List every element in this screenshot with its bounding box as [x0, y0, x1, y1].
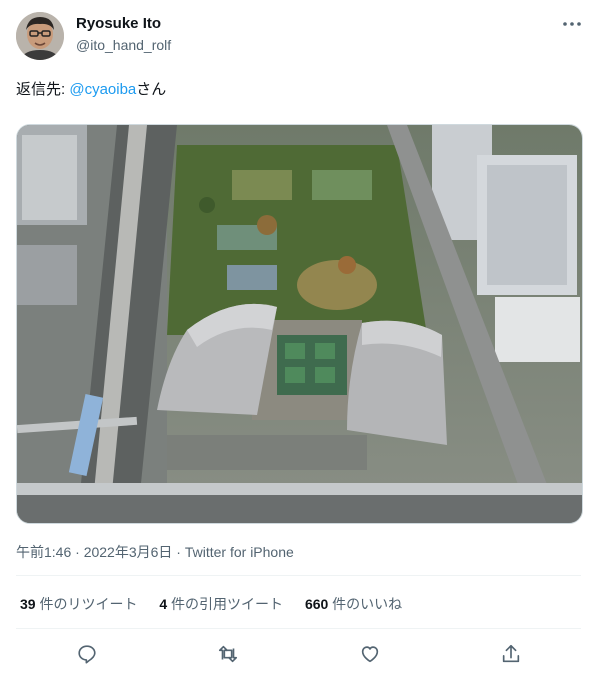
- reply-prefix: 返信先:: [16, 81, 70, 98]
- like-button[interactable]: [354, 638, 386, 670]
- reply-suffix: さん: [136, 81, 167, 98]
- likes-stat[interactable]: 660 件のいいね: [305, 596, 402, 612]
- tweet-timestamp[interactable]: 午前1:46 · 2022年3月6日 · Twitter for iPhone: [16, 542, 294, 562]
- quotes-count: 4: [159, 596, 168, 612]
- heart-icon: [361, 646, 379, 663]
- reply-icon: [78, 645, 96, 664]
- share-icon: [502, 644, 520, 663]
- engagement-stats: 39 件のリツイート 4 件の引用ツイート 660 件のいいね: [20, 594, 420, 614]
- likes-label: 件のいいね: [328, 596, 403, 612]
- tweet: Ryosuke Ito @ito_hand_rolf 返信先: @cyaoiba…: [0, 0, 598, 677]
- retweets-stat[interactable]: 39 件のリツイート: [20, 596, 137, 612]
- share-button[interactable]: [495, 638, 527, 670]
- reply-context: 返信先: @cyaoibaさん: [16, 78, 166, 99]
- divider: [16, 628, 581, 629]
- reply-mention-link[interactable]: @cyaoiba: [69, 81, 136, 98]
- quotes-label: 件の引用ツイート: [167, 596, 284, 612]
- tweet-photo[interactable]: [16, 124, 583, 524]
- divider: [16, 575, 581, 576]
- author-handle[interactable]: @ito_hand_rolf: [76, 37, 171, 53]
- retweets-label: 件のリツイート: [35, 596, 138, 612]
- action-bar: [16, 638, 581, 670]
- author-name[interactable]: Ryosuke Ito: [76, 15, 161, 32]
- more-options-icon[interactable]: [560, 12, 584, 36]
- avatar[interactable]: [16, 12, 64, 60]
- quotes-stat[interactable]: 4 件の引用ツイート: [159, 596, 283, 612]
- reply-button[interactable]: [71, 638, 103, 670]
- retweets-count: 39: [20, 596, 36, 612]
- retweet-button[interactable]: [212, 638, 244, 670]
- likes-count: 660: [304, 596, 329, 612]
- retweet-icon: [218, 645, 238, 663]
